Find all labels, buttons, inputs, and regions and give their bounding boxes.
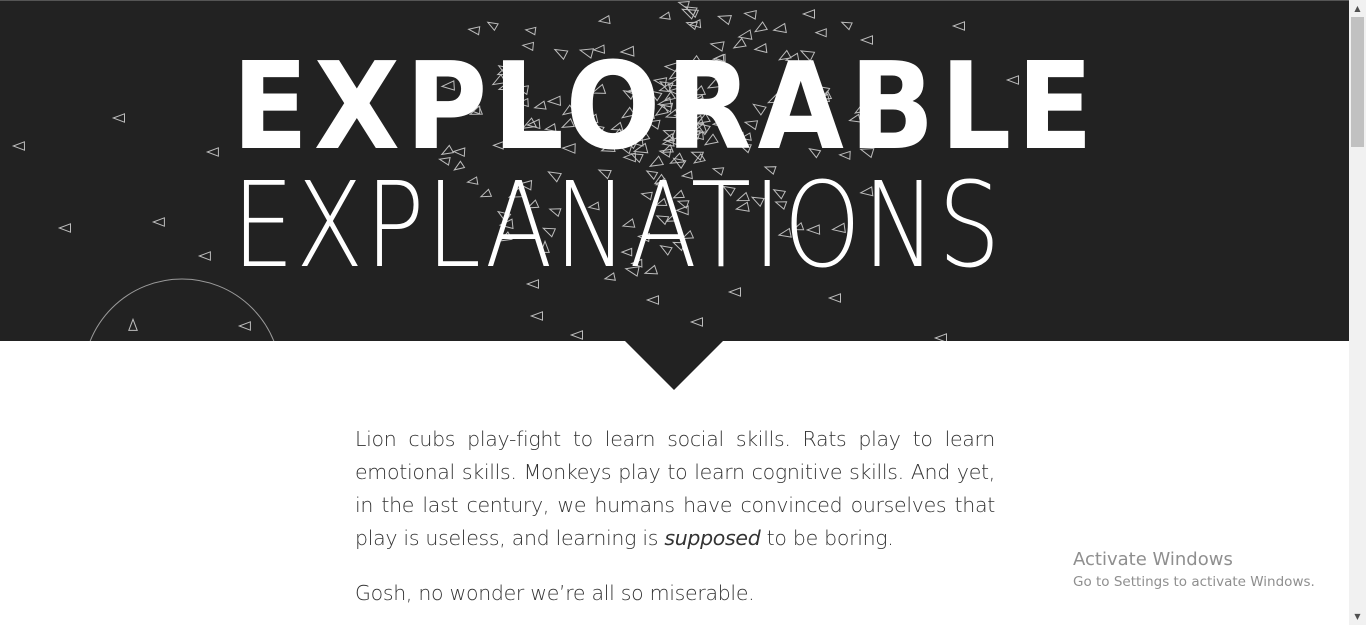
particle-triangle (658, 11, 671, 20)
hero-title-bold: EXPLORABLE (232, 38, 1099, 177)
intro-content: Lion cubs play-fight to learn social ski… (355, 423, 995, 625)
vertical-scrollbar[interactable]: ▲ ▼ (1349, 0, 1366, 625)
hero-title-light: EXPLANATIONS (232, 156, 1003, 294)
particle-triangle (840, 21, 853, 31)
particle-triangle (677, 0, 690, 10)
particle-triangle (814, 28, 827, 38)
scrollbar-thumb[interactable] (1351, 17, 1364, 147)
particle-triangle (57, 223, 71, 233)
particle-triangle (772, 22, 787, 34)
intro-paragraph-2: Gosh, no wonder we’re all so miserable. (355, 581, 755, 605)
activate-windows-title: Activate Windows (1073, 549, 1233, 570)
particle-triangle (801, 9, 815, 19)
particle-triangle (569, 330, 583, 340)
intro-emphasis: supposed (664, 526, 761, 550)
scroll-up-arrow-icon[interactable]: ▲ (1349, 0, 1366, 17)
particle-triangle (716, 15, 732, 26)
particle-triangle (689, 317, 703, 327)
particle-triangle (645, 295, 659, 305)
particle-triangle (205, 147, 219, 157)
particle-triangle (237, 321, 251, 331)
particle-triangle (11, 141, 26, 151)
particle-triangle (933, 333, 947, 341)
particle-triangle (753, 21, 769, 33)
particle-triangle (486, 21, 499, 32)
activate-windows-watermark: Activate Windows Go to Settings to activ… (1073, 548, 1315, 592)
particle-triangle (467, 26, 481, 36)
intro-paragraph-1: Lion cubs play-fight to learn social ski… (355, 423, 995, 555)
page-viewport: EXPLORABLE EXPLANATIONS Lion cubs play-f… (0, 0, 1349, 625)
particle-triangle (827, 293, 841, 303)
intro-paragraph-1-end: to be boring. (760, 526, 894, 550)
hero-banner: EXPLORABLE EXPLANATIONS (0, 0, 1349, 341)
particle-triangle (111, 113, 125, 123)
particle-triangle (128, 317, 138, 331)
particle-triangle (524, 26, 537, 36)
scroll-down-arrow-icon[interactable]: ▼ (1349, 608, 1366, 625)
activate-windows-subtitle: Go to Settings to activate Windows. (1073, 574, 1315, 590)
particle-triangle (197, 251, 211, 261)
hero-arrow-notch (624, 340, 724, 390)
particle-triangle (151, 217, 165, 227)
particle-triangle (951, 21, 965, 31)
particle-triangle (743, 9, 757, 20)
particle-triangle (597, 14, 611, 25)
particle-triangle (529, 311, 543, 321)
